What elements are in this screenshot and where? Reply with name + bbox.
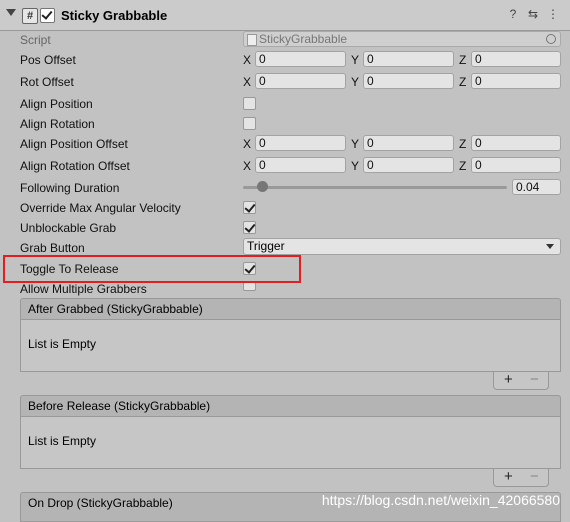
rot-offset-z-label: Z [459, 75, 467, 89]
pos-offset-y-field[interactable]: 0 [363, 51, 454, 67]
context-menu-icon[interactable]: ⋮ [546, 7, 560, 21]
align-pos-z-field[interactable]: 0 [471, 135, 561, 151]
rot-offset-y-field[interactable]: 0 [363, 73, 454, 89]
following-duration-slider-track[interactable] [243, 186, 507, 189]
pos-offset-label: Pos Offset [20, 53, 76, 67]
pos-offset-x-field[interactable]: 0 [255, 51, 346, 67]
rot-offset-x-label: X [243, 75, 252, 89]
align-rotation-checkbox[interactable] [243, 117, 256, 130]
allow-multiple-grabbers-label: Allow Multiple Grabbers [20, 282, 147, 296]
align-pos-z-label: Z [459, 137, 467, 151]
align-rotation-label: Align Rotation [20, 117, 95, 131]
pos-offset-z-field[interactable]: 0 [471, 51, 561, 67]
chevron-down-icon [546, 244, 554, 249]
align-rot-x-label: X [243, 159, 252, 173]
before-release-event-header: Before Release (StickyGrabbable) [20, 395, 561, 417]
rot-offset-z-field[interactable]: 0 [471, 73, 561, 89]
rot-offset-label: Rot Offset [20, 75, 74, 89]
after-grabbed-footer: + − [493, 371, 549, 390]
align-position-checkbox[interactable] [243, 97, 256, 110]
align-rot-z-field[interactable]: 0 [471, 157, 561, 173]
help-icon[interactable]: ? [506, 7, 520, 21]
script-file-icon [247, 34, 257, 46]
following-duration-slider-handle[interactable] [257, 181, 269, 192]
allow-multiple-grabbers-checkbox[interactable] [243, 282, 256, 291]
align-pos-x-label: X [243, 137, 252, 151]
preset-icon[interactable]: ⇆ [526, 7, 540, 21]
rot-offset-y-label: Y [351, 75, 360, 89]
align-rot-z-label: Z [459, 159, 467, 173]
pos-offset-z-label: Z [459, 53, 467, 67]
unblockable-grab-label: Unblockable Grab [20, 221, 117, 235]
following-duration-label: Following Duration [20, 181, 120, 195]
on-drop-event-title: On Drop (StickyGrabbable) [28, 496, 173, 510]
align-rot-y-field[interactable]: 0 [363, 157, 454, 173]
override-max-angular-velocity-checkbox[interactable] [243, 201, 256, 214]
remove-listener-button[interactable]: − [530, 468, 539, 485]
align-position-label: Align Position [20, 97, 93, 111]
foldout-arrow-icon[interactable] [6, 9, 16, 16]
pos-offset-x-label: X [243, 53, 252, 67]
checkmark-icon [244, 201, 256, 213]
rot-offset-x-field[interactable]: 0 [255, 73, 346, 89]
highlight-box [3, 255, 301, 283]
pos-offset-y-label: Y [351, 53, 360, 67]
grab-button-value: Trigger [247, 239, 285, 253]
script-object-field[interactable]: StickyGrabbable [243, 31, 561, 47]
align-position-offset-label: Align Position Offset [20, 137, 128, 151]
after-grabbed-event-header: After Grabbed (StickyGrabbable) [20, 298, 561, 320]
object-picker-icon[interactable] [546, 34, 556, 44]
align-pos-y-label: Y [351, 137, 360, 151]
align-rot-y-label: Y [351, 159, 360, 173]
before-release-empty-text: List is Empty [28, 434, 97, 448]
component-enabled-checkbox[interactable] [40, 8, 55, 23]
after-grabbed-empty-text: List is Empty [28, 337, 97, 351]
component-title: Sticky Grabbable [61, 8, 168, 23]
remove-listener-button[interactable]: − [530, 371, 539, 388]
align-rotation-offset-label: Align Rotation Offset [20, 159, 130, 173]
add-listener-button[interactable]: + [504, 371, 513, 388]
add-listener-button[interactable]: + [504, 468, 513, 485]
checkmark-icon [244, 221, 256, 233]
override-max-angular-velocity-label: Override Max Angular Velocity [20, 201, 181, 215]
align-pos-x-field[interactable]: 0 [255, 135, 346, 151]
script-label: Script [20, 33, 51, 47]
before-release-event-body: List is Empty [20, 417, 561, 469]
after-grabbed-event-body: List is Empty [20, 320, 561, 372]
script-hash-icon: # [22, 8, 38, 24]
align-rot-x-field[interactable]: 0 [255, 157, 346, 173]
after-grabbed-event-title: After Grabbed (StickyGrabbable) [28, 302, 203, 316]
grab-button-dropdown[interactable]: Trigger [243, 238, 561, 255]
align-pos-y-field[interactable]: 0 [363, 135, 454, 151]
following-duration-field[interactable]: 0.04 [512, 179, 561, 195]
watermark-text: https://blog.csdn.net/weixin_42066580 [321, 492, 560, 508]
script-value: StickyGrabbable [259, 32, 348, 46]
grab-button-label: Grab Button [20, 241, 85, 255]
before-release-event-title: Before Release (StickyGrabbable) [28, 399, 211, 413]
unblockable-grab-checkbox[interactable] [243, 221, 256, 234]
before-release-footer: + − [493, 468, 549, 487]
